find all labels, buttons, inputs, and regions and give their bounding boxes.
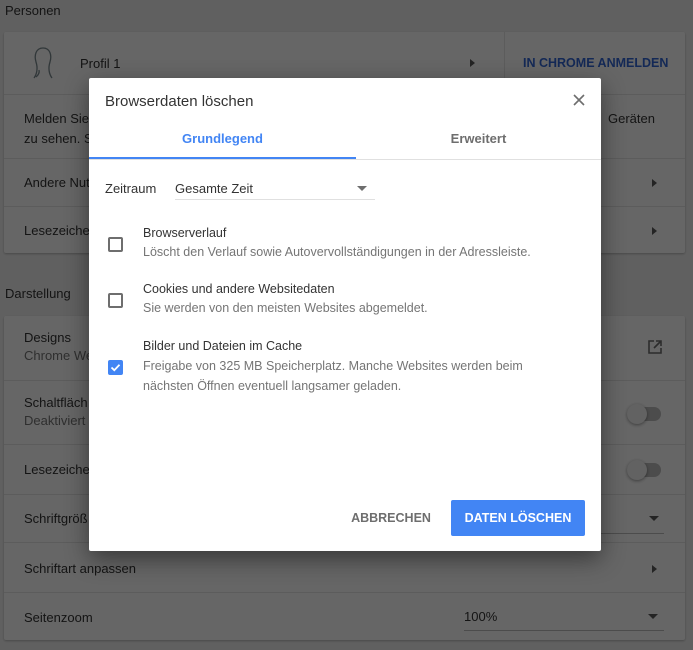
cancel-button[interactable]: ABBRECHEN (340, 500, 442, 536)
select-underline (175, 199, 375, 200)
cache-checkbox[interactable] (108, 360, 123, 375)
tab-advanced[interactable]: Erweitert (356, 126, 601, 160)
dialog-title: Browserdaten löschen (105, 93, 254, 110)
checkmark-icon (110, 364, 121, 372)
close-icon (573, 94, 585, 106)
option-description: Löscht den Verlauf sowie Autovervollstän… (143, 245, 531, 259)
option-title: Browserverlauf (143, 226, 227, 240)
option-description: Freigabe von 325 MB Speicherplatz. Manch… (143, 359, 523, 393)
time-range-value: Gesamte Zeit (175, 181, 254, 196)
time-range-label: Zeitraum (105, 181, 157, 196)
time-range-select[interactable]: Gesamte Zeit (175, 174, 375, 200)
browsing-history-checkbox[interactable] (108, 237, 123, 252)
clear-browsing-data-dialog: Browserdaten löschen Grundlegend Erweite… (89, 78, 601, 551)
dropdown-arrow-icon (357, 186, 367, 191)
close-button[interactable] (571, 92, 587, 108)
dialog-tabs: Grundlegend Erweitert (89, 126, 601, 160)
active-tab-indicator (89, 157, 356, 159)
cookies-checkbox[interactable] (108, 293, 123, 308)
option-title: Bilder und Dateien im Cache (143, 339, 303, 353)
clear-data-button[interactable]: DATEN LÖSCHEN (451, 500, 585, 536)
tab-basic[interactable]: Grundlegend (89, 126, 356, 160)
option-description: Sie werden von den meisten Websites abge… (143, 301, 428, 315)
option-title: Cookies und andere Websitedaten (143, 282, 335, 296)
